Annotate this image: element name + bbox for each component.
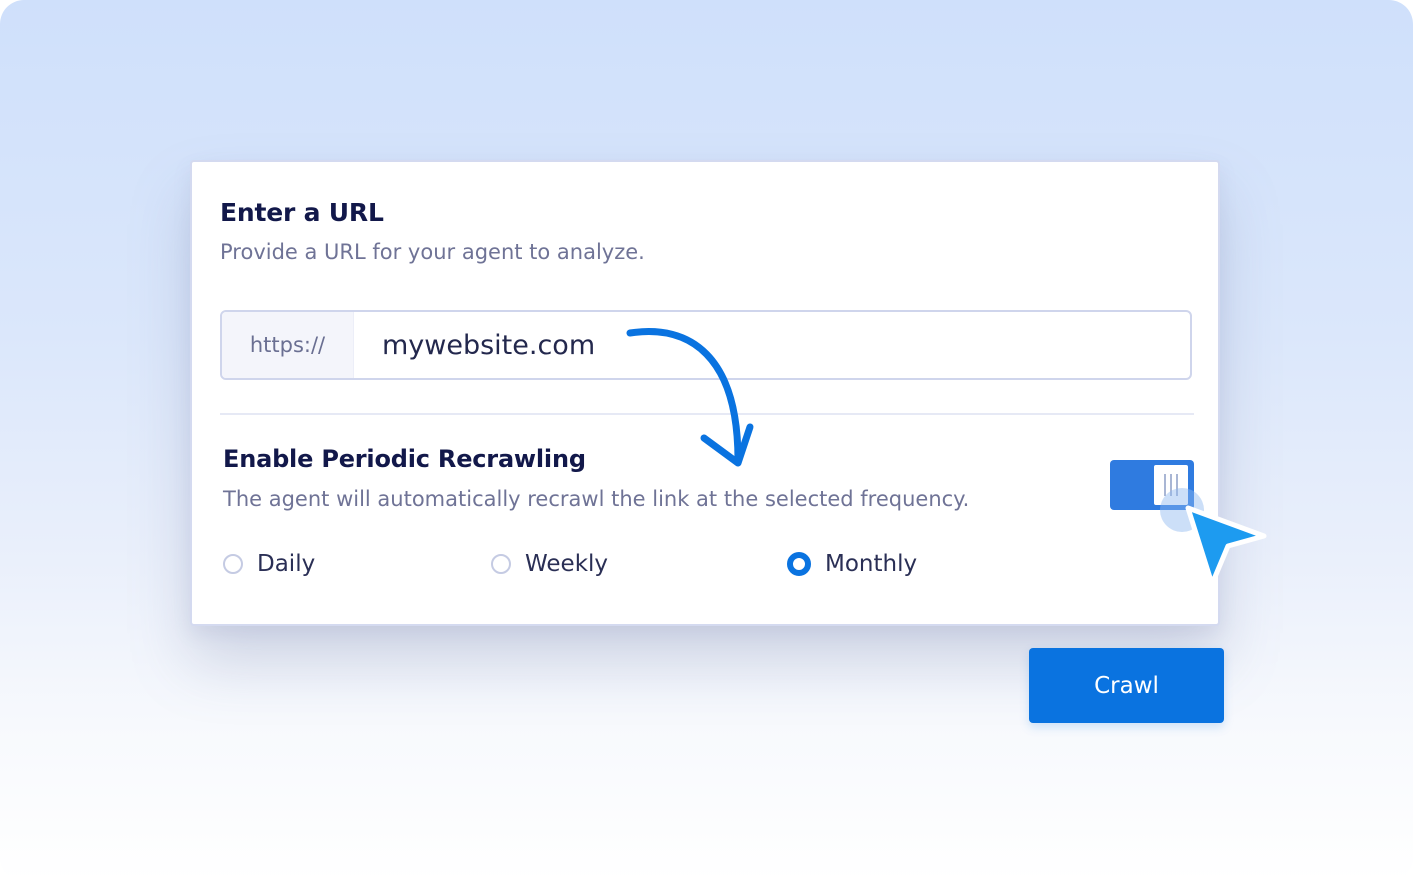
url-section-subtitle: Provide a URL for your agent to analyze. [220,240,645,264]
radio-button-daily[interactable] [223,554,243,574]
frequency-radio-group: Daily Weekly Monthly [223,549,1023,579]
recrawl-section-title: Enable Periodic Recrawling [223,445,586,473]
url-protocol-prefix: https:// [222,312,354,378]
radio-button-weekly[interactable] [491,554,511,574]
url-input[interactable] [354,312,1190,378]
radio-button-monthly[interactable] [787,552,811,576]
background-stage: Enter a URL Provide a URL for your agent… [0,0,1413,882]
radio-label-weekly: Weekly [525,551,609,577]
radio-option-monthly[interactable]: Monthly [787,549,917,579]
curved-arrow-icon [626,328,754,467]
cursor-pointer-icon [1160,488,1267,587]
radio-option-weekly[interactable]: Weekly [491,549,608,579]
radio-label-monthly: Monthly [825,551,918,577]
url-section-title: Enter a URL [220,198,384,227]
recrawl-section-description: The agent will automatically recrawl the… [223,487,970,511]
radio-label-daily: Daily [257,551,316,577]
crawl-button[interactable]: Crawl [1029,648,1224,723]
radio-option-daily[interactable]: Daily [223,549,315,579]
